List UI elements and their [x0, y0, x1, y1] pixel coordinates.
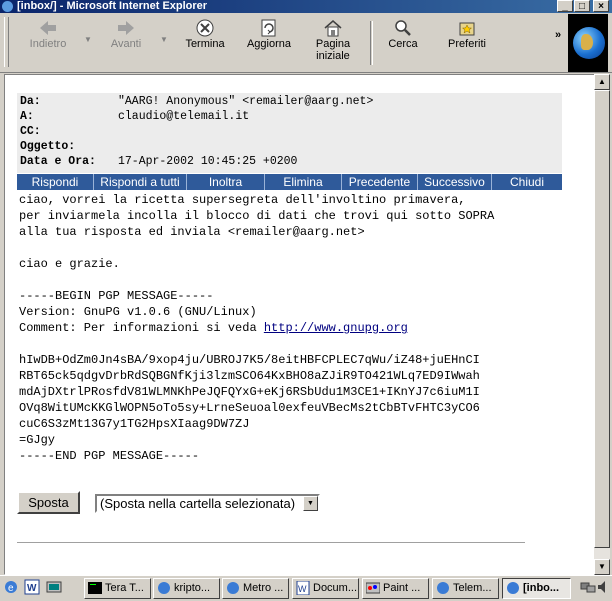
task-paint[interactable]: Paint ... [362, 578, 429, 599]
date-value: 17-Apr-2002 10:45:25 +0200 [118, 155, 298, 168]
reply-all-button[interactable]: Rispondi a tutti [94, 174, 187, 190]
taskbar: e W Tera T... kripto... Metro ... W Docu… [0, 575, 612, 601]
system-tray-network-icon[interactable] [580, 579, 596, 595]
stop-icon [195, 19, 215, 37]
word-quicklaunch-icon[interactable]: W [24, 579, 40, 595]
forward-button[interactable]: Avanti [104, 19, 148, 50]
ie-page-icon [506, 581, 520, 595]
task-inbox[interactable]: [inbo... [502, 578, 571, 599]
from-value: "AARG! Anonymous" <remailer@aarg.net> [118, 95, 374, 108]
subject-row: Oggetto: [20, 140, 76, 153]
search-button[interactable]: Cerca [384, 19, 422, 50]
previous-button[interactable]: Precedente [342, 174, 418, 190]
task-telemail[interactable]: Telem... [432, 578, 499, 599]
cc-row: CC: [20, 125, 41, 138]
move-button[interactable]: Sposta [17, 491, 80, 514]
divider [17, 542, 525, 543]
word-doc-icon: W [296, 580, 310, 596]
search-icon [393, 19, 413, 37]
terminal-icon [88, 581, 102, 595]
delete-button[interactable]: Elimina [265, 174, 342, 190]
toolbar-more-button[interactable]: » [555, 29, 561, 41]
window-title: [inbox/] - Microsoft Internet Explorer [17, 0, 208, 12]
svg-text:e: e [8, 583, 14, 594]
vertical-scrollbar[interactable]: ▲ ▼ [594, 74, 610, 575]
message-body: ciao, vorrei la ricetta supersegreta del… [19, 193, 495, 463]
scroll-thumb[interactable] [594, 90, 610, 548]
desktop-quicklaunch-icon[interactable] [46, 579, 62, 595]
date-row: Data e Ora: 17-Apr-2002 10:45:25 +0200 [20, 155, 298, 168]
reply-button[interactable]: Rispondi [17, 174, 94, 190]
home-icon [323, 19, 343, 37]
refresh-icon [259, 19, 279, 37]
toolbar-grip[interactable] [4, 17, 9, 67]
ie-quicklaunch-icon[interactable]: e [3, 579, 19, 595]
chevron-down-icon[interactable]: ▼ [303, 496, 318, 511]
toolbar: Indietro ▼ Avanti ▼ Termina Aggiorna Pag… [0, 13, 612, 73]
title-bar: [inbox/] - Microsoft Internet Explorer _… [0, 0, 612, 13]
back-dropdown-icon[interactable]: ▼ [84, 35, 92, 44]
ie-icon [2, 1, 13, 12]
paint-icon [365, 581, 381, 595]
task-metro[interactable]: Metro ... [222, 578, 289, 599]
message-actions-bar: Rispondi Rispondi a tutti Inoltra Elimin… [17, 174, 562, 190]
next-button[interactable]: Successivo [418, 174, 492, 190]
home-button[interactable]: Pagina iniziale [312, 19, 354, 62]
favorites-icon [457, 19, 477, 37]
minimize-button[interactable]: _ [557, 0, 573, 12]
gnupg-link[interactable]: http://www.gnupg.org [264, 321, 408, 335]
favorites-button[interactable]: Preferiti [444, 19, 490, 50]
refresh-button[interactable]: Aggiorna [244, 19, 294, 50]
content-frame: Da: "AARG! Anonymous" <remailer@aarg.net>… [4, 74, 595, 575]
task-kripto[interactable]: kripto... [153, 578, 220, 599]
to-value: claudio@telemail.it [118, 110, 250, 123]
forward-dropdown-icon[interactable]: ▼ [160, 35, 168, 44]
ie-page-icon [436, 581, 450, 595]
svg-text:W: W [27, 583, 37, 594]
ie-throbber-logo [568, 14, 608, 72]
task-document[interactable]: W Docum... [292, 578, 359, 599]
from-row: Da: "AARG! Anonymous" <remailer@aarg.net> [20, 95, 374, 108]
close-button[interactable]: × [593, 0, 609, 12]
system-tray-volume-icon[interactable] [597, 579, 609, 595]
back-button[interactable]: Indietro [26, 19, 70, 50]
ie-page-icon [226, 581, 240, 595]
folder-select-value: (Sposta nella cartella selezionata) [100, 496, 296, 511]
close-message-button[interactable]: Chiudi [492, 174, 562, 190]
back-arrow-icon [38, 19, 58, 37]
forward-message-button[interactable]: Inoltra [187, 174, 265, 190]
toolbar-separator [370, 21, 373, 65]
forward-arrow-icon [116, 19, 136, 37]
ie-page-icon [157, 581, 171, 595]
stop-button[interactable]: Termina [182, 19, 228, 50]
scroll-up-icon[interactable]: ▲ [594, 74, 610, 90]
maximize-button[interactable]: □ [574, 0, 590, 12]
to-row: A: claudio@telemail.it [20, 110, 250, 123]
task-tera-term[interactable]: Tera T... [84, 578, 151, 599]
message-header: Da: "AARG! Anonymous" <remailer@aarg.net>… [17, 93, 562, 173]
folder-select[interactable]: (Sposta nella cartella selezionata) ▼ [95, 494, 320, 513]
scroll-down-icon[interactable]: ▼ [594, 559, 610, 575]
svg-text:W: W [298, 584, 307, 594]
